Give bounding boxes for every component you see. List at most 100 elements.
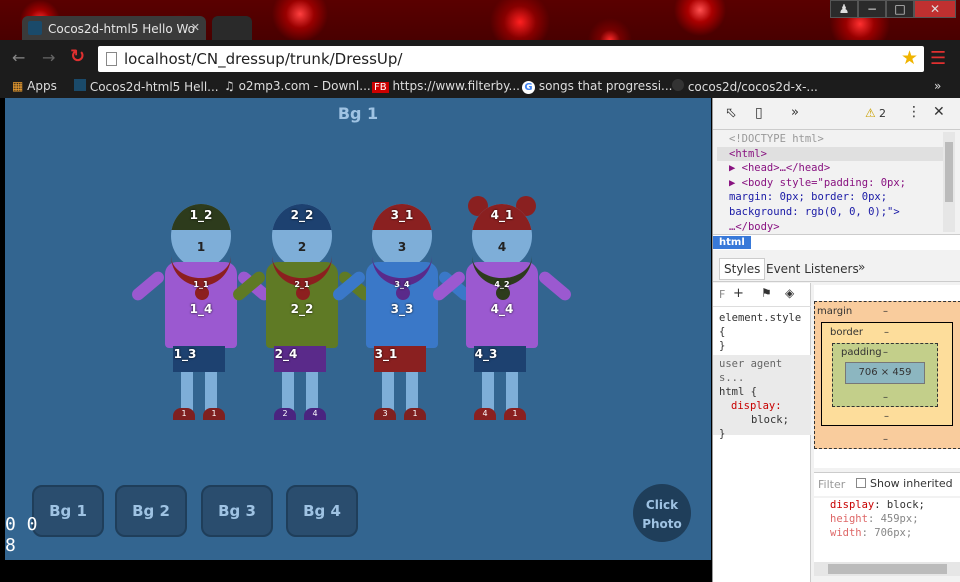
right-leg — [406, 372, 418, 412]
face-label: 2 — [297, 240, 307, 254]
computed-width[interactable]: width: 706px; — [830, 526, 960, 540]
rule-element-style[interactable]: element.style { } — [719, 311, 811, 353]
pants-label: 2_4 — [274, 347, 298, 361]
left-leg — [482, 372, 494, 412]
necklace-label: 3_4 — [394, 280, 410, 289]
box-border[interactable]: border – – padding – – 706 × 459 — [821, 322, 953, 426]
dom-scrollbar[interactable] — [943, 132, 955, 232]
shirt-label: 2_2 — [290, 302, 314, 316]
bookmarks-bar: ▦ Apps Cocos2d-html5 Hell... ♫ o2mp3.com… — [0, 76, 960, 98]
hat-label: 3_1 — [390, 208, 414, 222]
bg1-button[interactable]: Bg 1 — [32, 485, 104, 537]
back-arrow-icon[interactable]: ← — [12, 48, 25, 67]
computed-filter-input[interactable]: Filter — [818, 478, 854, 491]
devtools-close-icon[interactable]: ✕ — [933, 104, 945, 120]
box-padding[interactable]: padding – – 706 × 459 — [832, 343, 938, 407]
devtools-toolbar: ⬁ ▯ » ⚠ 2 ⋮ ✕ — [713, 98, 960, 130]
devtools-panel: ⬁ ▯ » ⚠ 2 ⋮ ✕ <!DOCTYPE html> <html> ▶ <… — [712, 98, 960, 582]
dom-tree[interactable]: <!DOCTYPE html> <html> ▶ <head>…</head> … — [717, 132, 943, 232]
minimize-button[interactable]: − — [858, 0, 886, 18]
box-margin[interactable]: margin – – border – – padding – – 706 × … — [814, 301, 960, 449]
fps-counter: 0 0 8 — [5, 514, 38, 556]
tab-close-icon[interactable]: ✕ — [191, 21, 200, 34]
rule-user-agent[interactable]: user agent s... html { display: block; } — [713, 355, 811, 440]
shirt-label: 1_4 — [189, 302, 213, 316]
bookmark-cocos[interactable]: Cocos2d-html5 Hell... — [74, 79, 219, 94]
left-leg — [181, 372, 193, 412]
computed-display[interactable]: display: block; — [830, 498, 960, 512]
bookmark-star-icon[interactable]: ★ — [901, 47, 918, 69]
left-leg — [282, 372, 294, 412]
dom-body-style-1: margin: 0px; border: 0px; — [729, 191, 888, 204]
bookmark-o2mp3[interactable]: ♫ o2mp3.com - Downl... — [224, 79, 371, 93]
tab-styles[interactable]: Styles — [719, 258, 766, 280]
pin-icon[interactable]: ⚑ — [761, 286, 772, 300]
bg2-button[interactable]: Bg 2 — [115, 485, 187, 537]
right-shoe[interactable]: 1 — [404, 408, 426, 420]
left-shoe[interactable]: 4 — [474, 408, 496, 420]
click-photo-button[interactable]: Click Photo — [633, 484, 691, 542]
box-content[interactable]: 706 × 459 — [845, 362, 925, 384]
cocos-icon — [74, 79, 86, 91]
pants-label: 4_3 — [474, 347, 498, 361]
shirt-label: 3_3 — [390, 302, 414, 316]
right-shoe[interactable]: 4 — [304, 408, 326, 420]
close-window-button[interactable]: ✕ — [914, 0, 956, 18]
warning-count[interactable]: 2 — [879, 107, 886, 120]
tab-event-listeners[interactable]: Event Listeners — [766, 262, 859, 276]
toggle-state-icon[interactable]: ◈ — [785, 286, 794, 300]
github-icon — [672, 79, 684, 91]
bookmark-apps[interactable]: ▦ Apps — [12, 79, 57, 93]
forward-arrow-icon[interactable]: → — [42, 48, 55, 67]
dom-body[interactable]: ▶ <body style="padding: 0px; — [717, 176, 943, 191]
panels-more-icon[interactable]: » — [791, 105, 799, 120]
maximize-button[interactable]: □ — [886, 0, 914, 18]
right-leg — [306, 372, 318, 412]
device-icon[interactable]: ▯ — [755, 105, 763, 121]
devtools-menu-icon[interactable]: ⋮ — [907, 104, 921, 120]
left-leg — [382, 372, 394, 412]
dom-doctype: <!DOCTYPE html> — [729, 133, 824, 145]
computed-list: display: block; height: 459px; width: 70… — [814, 498, 960, 562]
pants-label: 3_1 — [374, 347, 398, 361]
dom-head[interactable]: ▶ <head>…</head> — [717, 161, 943, 176]
address-bar[interactable]: localhost/CN_dressup/trunk/DressUp/ ★ — [98, 46, 924, 72]
bookmark-filterby[interactable]: FB https://www.filterby... — [372, 79, 520, 93]
right-shoe[interactable]: 1 — [504, 408, 526, 420]
add-rule-icon[interactable]: + — [733, 286, 744, 301]
computed-height[interactable]: height: 459px; — [830, 512, 960, 526]
bg3-button[interactable]: Bg 3 — [201, 485, 273, 537]
page-icon — [106, 52, 117, 66]
computed-toolbar: Filter Show inherited — [814, 472, 960, 496]
bookmarks-more-icon[interactable]: » — [934, 79, 941, 93]
character-4[interactable]: 4_1 4 4_2 4_4 4_3 4 1 — [430, 196, 574, 428]
tab-active[interactable]: Cocos2d-html5 Hello Wo ✕ — [22, 16, 206, 42]
computed-scrollbar[interactable] — [814, 562, 960, 576]
face-label: 3 — [397, 240, 407, 254]
bg4-button[interactable]: Bg 4 — [286, 485, 358, 537]
face-label: 4 — [497, 240, 507, 254]
left-shoe[interactable]: 3 — [374, 408, 396, 420]
styles-filter[interactable]: F — [719, 288, 725, 301]
right-shoe[interactable]: 1 — [203, 408, 225, 420]
reload-icon[interactable]: ↻ — [70, 46, 85, 67]
user-button[interactable]: ♟ — [830, 0, 858, 18]
left-shoe[interactable]: 2 — [274, 408, 296, 420]
bookmark-cocos2dx[interactable]: cocos2d/cocos2d-x-... — [672, 79, 818, 94]
bookmark-songs[interactable]: G songs that progressi... — [522, 79, 672, 94]
game-canvas[interactable]: Bg 1 1_2 1 1_1 1_4 1_3 1 1 2_2 2 2_1 2_2 — [5, 98, 711, 560]
tabs-more-icon[interactable]: » — [858, 260, 865, 274]
menu-icon[interactable]: ☰ — [930, 48, 946, 69]
necklace-label: 4_2 — [494, 280, 510, 289]
left-arm — [129, 269, 167, 303]
show-inherited-checkbox[interactable] — [856, 478, 866, 488]
bg-title: Bg 1 — [337, 104, 379, 123]
apps-grid-icon: ▦ — [12, 79, 24, 93]
inspect-icon[interactable]: ⬁ — [725, 105, 737, 121]
shirt-label: 4_4 — [490, 302, 514, 316]
hat-label: 2_2 — [290, 208, 314, 222]
left-shoe[interactable]: 1 — [173, 408, 195, 420]
dom-html[interactable]: <html> — [717, 146, 943, 162]
breadcrumb-html[interactable]: html — [713, 236, 751, 249]
new-tab-button[interactable] — [212, 16, 252, 42]
